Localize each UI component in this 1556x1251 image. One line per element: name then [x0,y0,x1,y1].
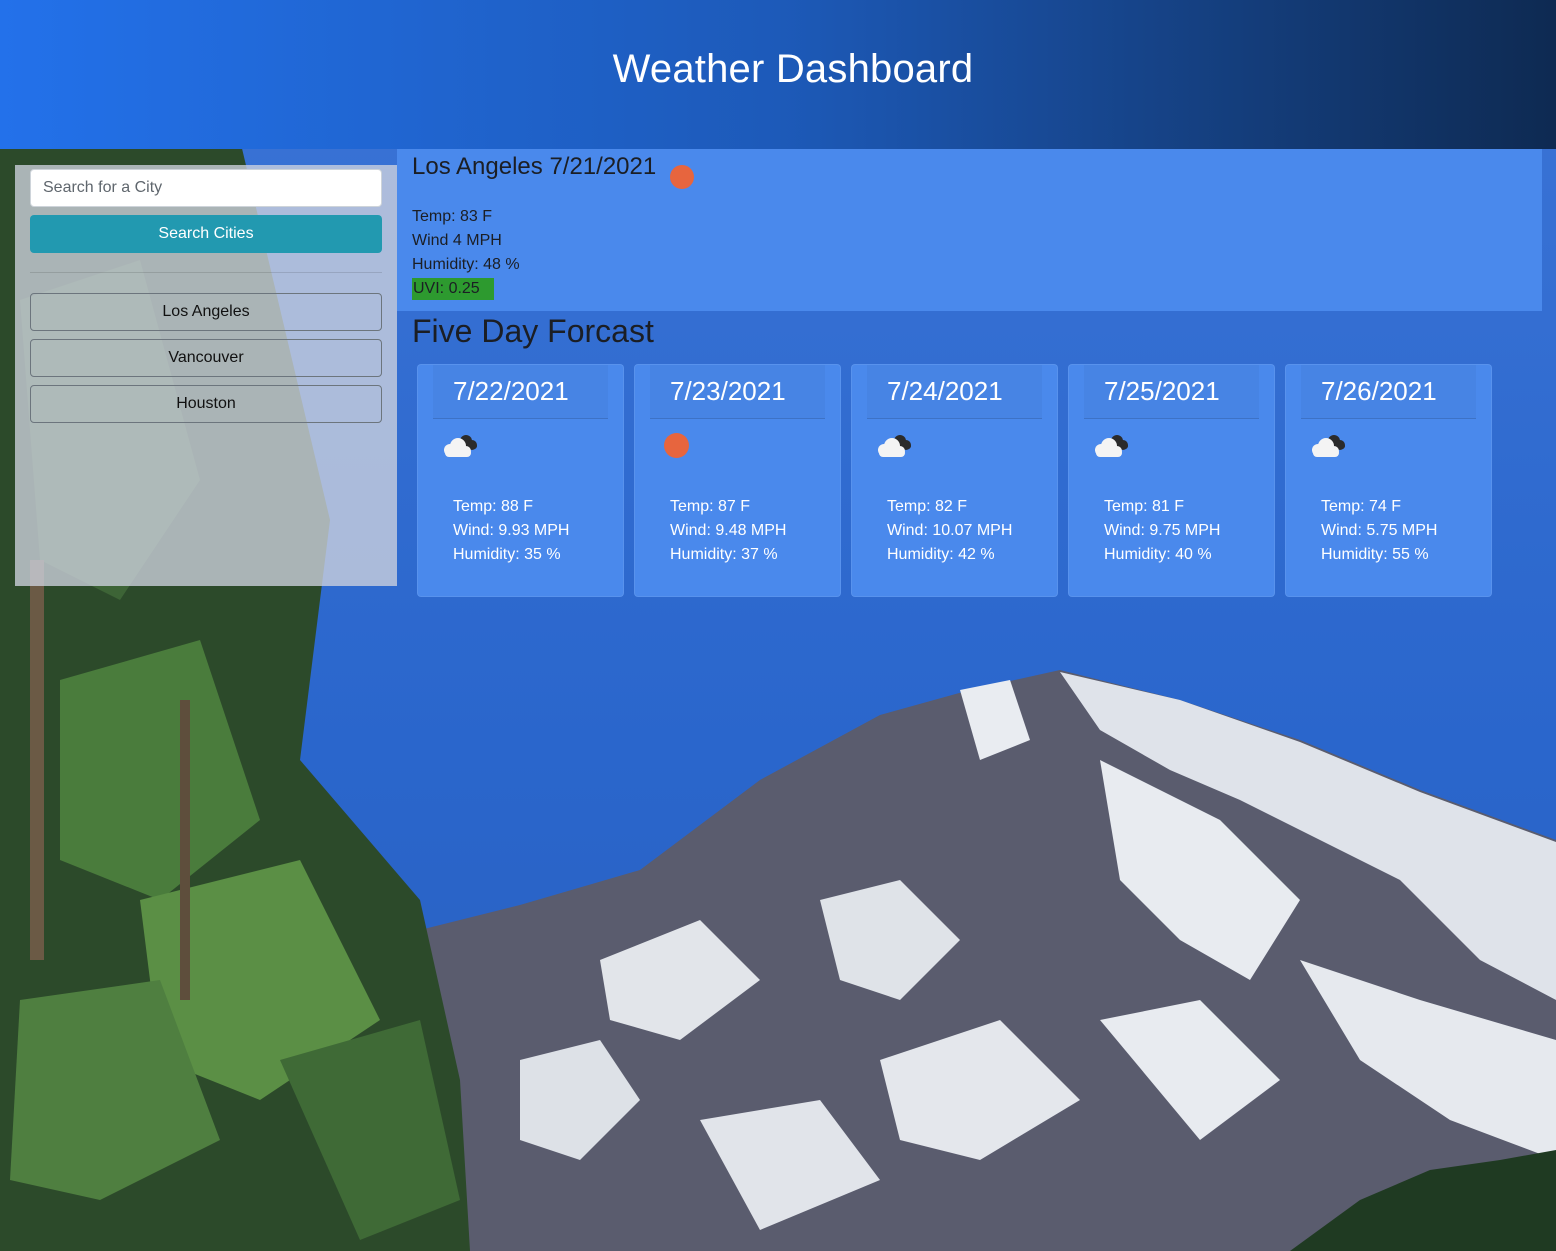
forecast-stats: Temp: 74 F Wind: 5.75 MPH Humidity: 55 % [1301,495,1476,567]
forecast-stats: Temp: 81 F Wind: 9.75 MPH Humidity: 40 % [1084,495,1259,567]
forecast-stats: Temp: 87 F Wind: 9.48 MPH Humidity: 37 % [650,495,825,567]
forecast-stats: Temp: 82 F Wind: 10.07 MPH Humidity: 42 % [867,495,1042,567]
forecast-card: 7/24/2021 Temp: 82 F Wind: 10.07 MPH Humidi… [851,364,1058,597]
forecast-date: 7/23/2021 [670,376,786,406]
sidebar: Search Cities Los Angeles Vancouver Hous… [15,165,397,586]
forecast-humidity: Humidity: 37 % [670,546,778,563]
forecast-card-header: 7/24/2021 [867,365,1042,419]
forecast-temp: Temp: 82 F [887,498,968,515]
forecast-card-header: 7/26/2021 [1301,365,1476,419]
forecast-icon-area [1301,419,1476,471]
forecast-humidity: Humidity: 40 % [1104,546,1212,563]
forecast-title: Five Day Forcast [412,313,654,349]
forecast-icon-area [650,419,825,471]
city-search-input[interactable] [30,169,382,207]
current-temp: Temp: 83 F [412,208,493,225]
forecast-card: 7/25/2021 Temp: 81 F Wind: 9.75 MPH Humidit… [1068,364,1275,597]
header: Weather Dashboard [0,0,1556,149]
current-weather-stats: Temp: 83 F Wind 4 MPH Humidity: 48 % UVI… [412,205,1527,301]
page-title: Weather Dashboard [612,47,974,91]
current-weather-header: Los Angeles 7/21/2021 [412,153,1527,189]
forecast-temp: Temp: 87 F [670,498,751,515]
forecast-wind: Wind: 10.07 MPH [887,522,1013,539]
forecast-temp: Temp: 74 F [1321,498,1402,515]
current-humidity: Humidity: 48 % [412,256,520,273]
uv-index-badge: UVI: 0.25 [412,278,494,300]
forecast-wind: Wind: 9.93 MPH [453,522,570,539]
forecast-icon-area [433,419,608,471]
forecast-date: 7/24/2021 [887,376,1003,406]
forecast-card: 7/23/2021 Temp: 87 F Wind: 9.48 MPH Humidit… [634,364,841,597]
search-history-list: Los Angeles Vancouver Houston [30,293,382,423]
history-button-los-angeles[interactable]: Los Angeles [30,293,382,331]
forecast-card: 7/26/2021 Temp: 74 F Wind: 5.75 MPH Humidit… [1285,364,1492,597]
sun-icon [664,433,689,458]
forecast-date: 7/22/2021 [453,376,569,406]
forecast-date: 7/26/2021 [1321,376,1437,406]
current-city-date: Los Angeles 7/21/2021 [412,153,657,180]
forecast-humidity: Humidity: 35 % [453,546,561,563]
forecast-wind: Wind: 9.48 MPH [670,522,787,539]
forecast-date: 7/25/2021 [1104,376,1220,406]
forecast-card-header: 7/25/2021 [1084,365,1259,419]
current-wind: Wind 4 MPH [412,232,502,249]
forecast-card-header: 7/22/2021 [433,365,608,419]
forecast-temp: Temp: 81 F [1104,498,1185,515]
forecast-humidity: Humidity: 42 % [887,546,995,563]
forecast-wind: Wind: 5.75 MPH [1321,522,1438,539]
forecast-stats: Temp: 88 F Wind: 9.93 MPH Humidity: 35 % [433,495,608,567]
search-cities-button[interactable]: Search Cities [30,215,382,253]
forecast-temp: Temp: 88 F [453,498,534,515]
forecast-icon-area [867,419,1042,471]
current-weather-panel: Los Angeles 7/21/2021 Temp: 83 F Wind 4 … [397,149,1542,311]
forecast-icon-area [1084,419,1259,471]
history-button-houston[interactable]: Houston [30,385,382,423]
sun-icon [670,165,695,189]
divider [30,272,382,273]
forecast-humidity: Humidity: 55 % [1321,546,1429,563]
forecast-card-header: 7/23/2021 [650,365,825,419]
forecast-wind: Wind: 9.75 MPH [1104,522,1221,539]
history-button-vancouver[interactable]: Vancouver [30,339,382,377]
forecast-card: 7/22/2021 Temp: 88 F Wind: 9.93 MPH Humidit… [417,364,624,597]
